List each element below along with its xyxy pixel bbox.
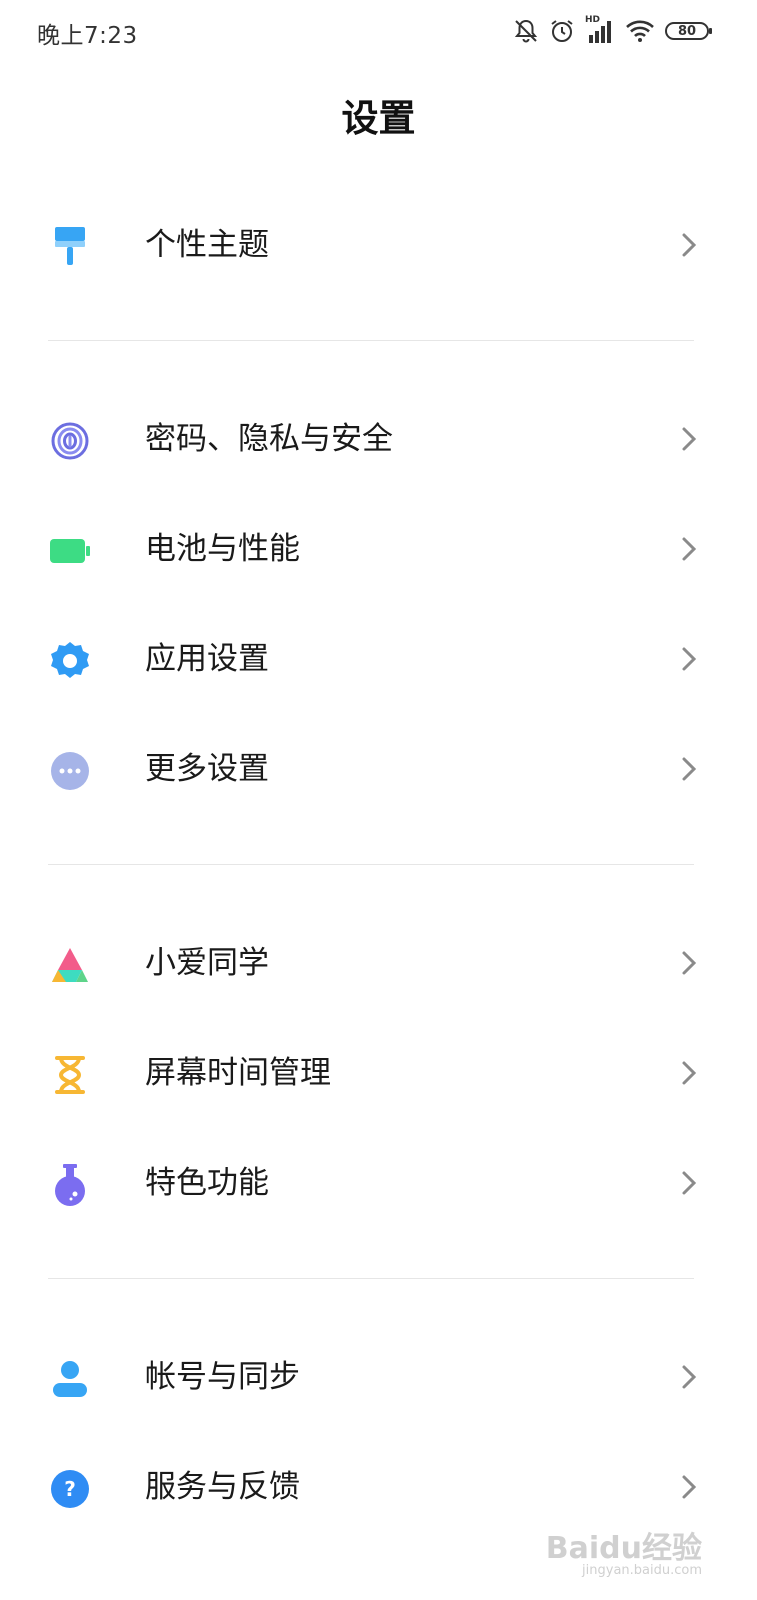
- settings-item-app-settings[interactable]: 应用设置: [0, 604, 757, 714]
- settings-item-account-sync[interactable]: 帐号与同步: [0, 1322, 757, 1432]
- more-dots-icon: [48, 749, 92, 793]
- chevron-right-icon: [682, 537, 697, 561]
- baidu-watermark: Baidu经验 jingyan.baidu.com: [546, 1523, 702, 1578]
- xiaoai-icon: [48, 943, 92, 987]
- chevron-right-icon: [682, 1365, 697, 1389]
- help-icon: ?: [48, 1467, 92, 1511]
- settings-item-battery-performance[interactable]: 电池与性能: [0, 494, 757, 604]
- settings-item-privacy-security[interactable]: 密码、隐私与安全: [0, 384, 757, 494]
- battery-level: 80: [677, 23, 697, 39]
- settings-item-label: 应用设置: [145, 641, 269, 677]
- settings-item-label: 小爱同学: [145, 945, 269, 981]
- alarm-icon: [551, 20, 573, 42]
- section-divider: [48, 1278, 694, 1279]
- settings-item-special-features[interactable]: 特色功能: [0, 1128, 757, 1238]
- gear-icon: [48, 639, 92, 683]
- settings-item-theme[interactable]: 个性主题: [0, 190, 757, 300]
- status-time: 晚上7:23: [37, 23, 138, 49]
- user-icon: [48, 1357, 92, 1401]
- chevron-right-icon: [682, 1475, 697, 1499]
- settings-item-label: 密码、隐私与安全: [145, 421, 393, 457]
- section-divider: [48, 340, 694, 341]
- settings-item-label: 电池与性能: [145, 531, 300, 567]
- battery-indicator: 80: [665, 22, 712, 40]
- settings-item-label: 特色功能: [145, 1165, 269, 1201]
- chevron-right-icon: [682, 1061, 697, 1085]
- flask-icon: [48, 1163, 92, 1207]
- settings-item-screen-time[interactable]: 屏幕时间管理: [0, 1018, 757, 1128]
- settings-screen: 晚上7:23 HD 80 设置 个性主题 密码、隐私与安全 电池与性能 应用设置…: [0, 0, 757, 1600]
- wifi-icon: [626, 20, 654, 42]
- chevron-right-icon: [682, 427, 697, 451]
- settings-item-label: 帐号与同步: [145, 1359, 300, 1395]
- signal-group: HD: [585, 15, 615, 45]
- battery-icon: [48, 529, 92, 573]
- svg-text:?: ?: [64, 1477, 76, 1501]
- chevron-right-icon: [682, 757, 697, 781]
- page-title: 设置: [341, 97, 416, 140]
- chevron-right-icon: [682, 647, 697, 671]
- signal-icon: [589, 21, 611, 43]
- hourglass-icon: [48, 1053, 92, 1097]
- settings-item-label: 更多设置: [145, 751, 269, 787]
- status-icons: HD 80: [513, 15, 712, 46]
- settings-item-label: 屏幕时间管理: [145, 1055, 331, 1091]
- chevron-right-icon: [682, 233, 697, 257]
- chevron-right-icon: [682, 1171, 697, 1195]
- watermark-brand: Baidu经验: [545, 1531, 702, 1566]
- status-bar: 晚上7:23 HD 80: [0, 0, 757, 64]
- chevron-right-icon: [682, 951, 697, 975]
- settings-item-label: 服务与反馈: [145, 1469, 300, 1505]
- settings-item-xiaoai[interactable]: 小爱同学: [0, 908, 757, 1018]
- settings-item-more-settings[interactable]: 更多设置: [0, 714, 757, 824]
- fingerprint-icon: [48, 419, 92, 463]
- settings-item-label: 个性主题: [145, 227, 269, 263]
- mute-bell-icon: [514, 19, 538, 43]
- section-divider: [48, 864, 694, 865]
- paint-roller-icon: [48, 225, 92, 269]
